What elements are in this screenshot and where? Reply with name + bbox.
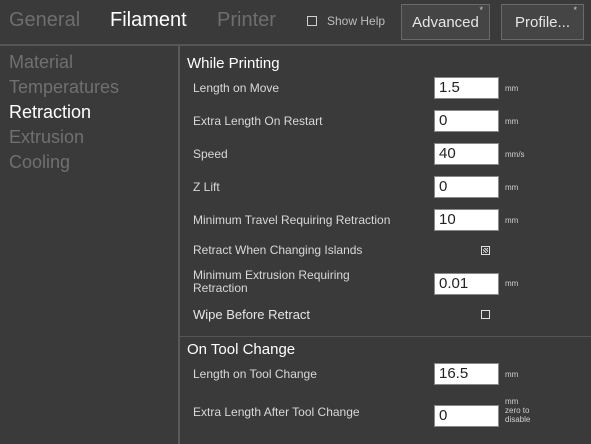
extra-length-tool-change-unit: mm zero to disable <box>505 397 530 424</box>
wipe-before-retract-checkbox[interactable] <box>481 310 490 319</box>
tab-printer[interactable]: Printer <box>217 9 276 32</box>
advanced-label: Advanced <box>412 13 479 31</box>
sidebar-divider <box>178 46 180 444</box>
sidebar: Material Temperatures Retraction Extrusi… <box>0 46 178 444</box>
speed-input[interactable]: 40 <box>434 143 499 165</box>
profile-button[interactable]: Profile... * <box>501 4 584 40</box>
extra-length-unit-line3: disable <box>505 415 531 424</box>
section-title-while-printing: While Printing <box>187 55 280 72</box>
min-extrusion-label: Minimum Extrusion Requiring Retraction <box>193 269 350 295</box>
sidebar-item-temperatures[interactable]: Temperatures <box>9 77 119 98</box>
length-on-move-unit: mm <box>505 84 519 93</box>
min-extrusion-input[interactable]: 0.01 <box>434 273 499 295</box>
extra-length-unit-line1: mm <box>505 397 519 406</box>
z-lift-input[interactable]: 0 <box>434 176 499 198</box>
sidebar-item-material[interactable]: Material <box>9 52 73 73</box>
show-help-label: Show Help <box>327 14 386 28</box>
tool-change-length-unit: mm <box>505 370 519 379</box>
show-help-checkbox[interactable] <box>307 16 317 26</box>
tool-change-length-input[interactable]: 16.5 <box>434 363 499 385</box>
profile-corner-mark: * <box>573 5 577 15</box>
length-on-move-label: Length on Move <box>193 81 280 95</box>
retract-islands-checkbox[interactable] <box>481 246 490 255</box>
extra-length-tool-change-input[interactable]: 0 <box>434 405 499 427</box>
profile-label: Profile... <box>514 13 571 31</box>
extra-length-tool-change-label: Extra Length After Tool Change <box>193 405 360 419</box>
sidebar-item-cooling[interactable]: Cooling <box>9 152 70 173</box>
extra-length-restart-unit: mm <box>505 117 519 126</box>
top-bar: General Filament Printer Show Help Advan… <box>0 0 591 44</box>
retract-islands-label: Retract When Changing Islands <box>193 243 363 257</box>
min-travel-label: Minimum Travel Requiring Retraction <box>193 213 391 227</box>
tab-general[interactable]: General <box>9 9 80 32</box>
wipe-before-retract-label: Wipe Before Retract <box>193 307 311 322</box>
advanced-corner-mark: * <box>479 5 483 15</box>
advanced-button[interactable]: Advanced * <box>401 4 490 40</box>
z-lift-label: Z Lift <box>193 180 220 194</box>
extra-length-restart-input[interactable]: 0 <box>434 110 499 132</box>
show-help-toggle[interactable]: Show Help <box>307 14 385 28</box>
min-extrusion-unit: mm <box>505 279 519 288</box>
speed-unit: mm/s <box>505 150 525 159</box>
z-lift-unit: mm <box>505 183 519 192</box>
min-travel-input[interactable]: 10 <box>434 209 499 231</box>
tab-filament[interactable]: Filament <box>110 9 187 32</box>
min-extrusion-label-line2: Retraction <box>193 281 248 295</box>
tool-change-length-label: Length on Tool Change <box>193 367 317 381</box>
section-divider <box>180 336 591 337</box>
section-title-tool-change: On Tool Change <box>187 341 296 358</box>
sidebar-item-extrusion[interactable]: Extrusion <box>9 127 84 148</box>
sidebar-item-retraction[interactable]: Retraction <box>9 102 91 123</box>
extra-length-restart-label: Extra Length On Restart <box>193 114 323 128</box>
min-travel-unit: mm <box>505 216 519 225</box>
speed-label: Speed <box>193 147 228 161</box>
extra-length-unit-line2: zero to <box>505 406 530 415</box>
length-on-move-input[interactable]: 1.5 <box>434 77 499 99</box>
